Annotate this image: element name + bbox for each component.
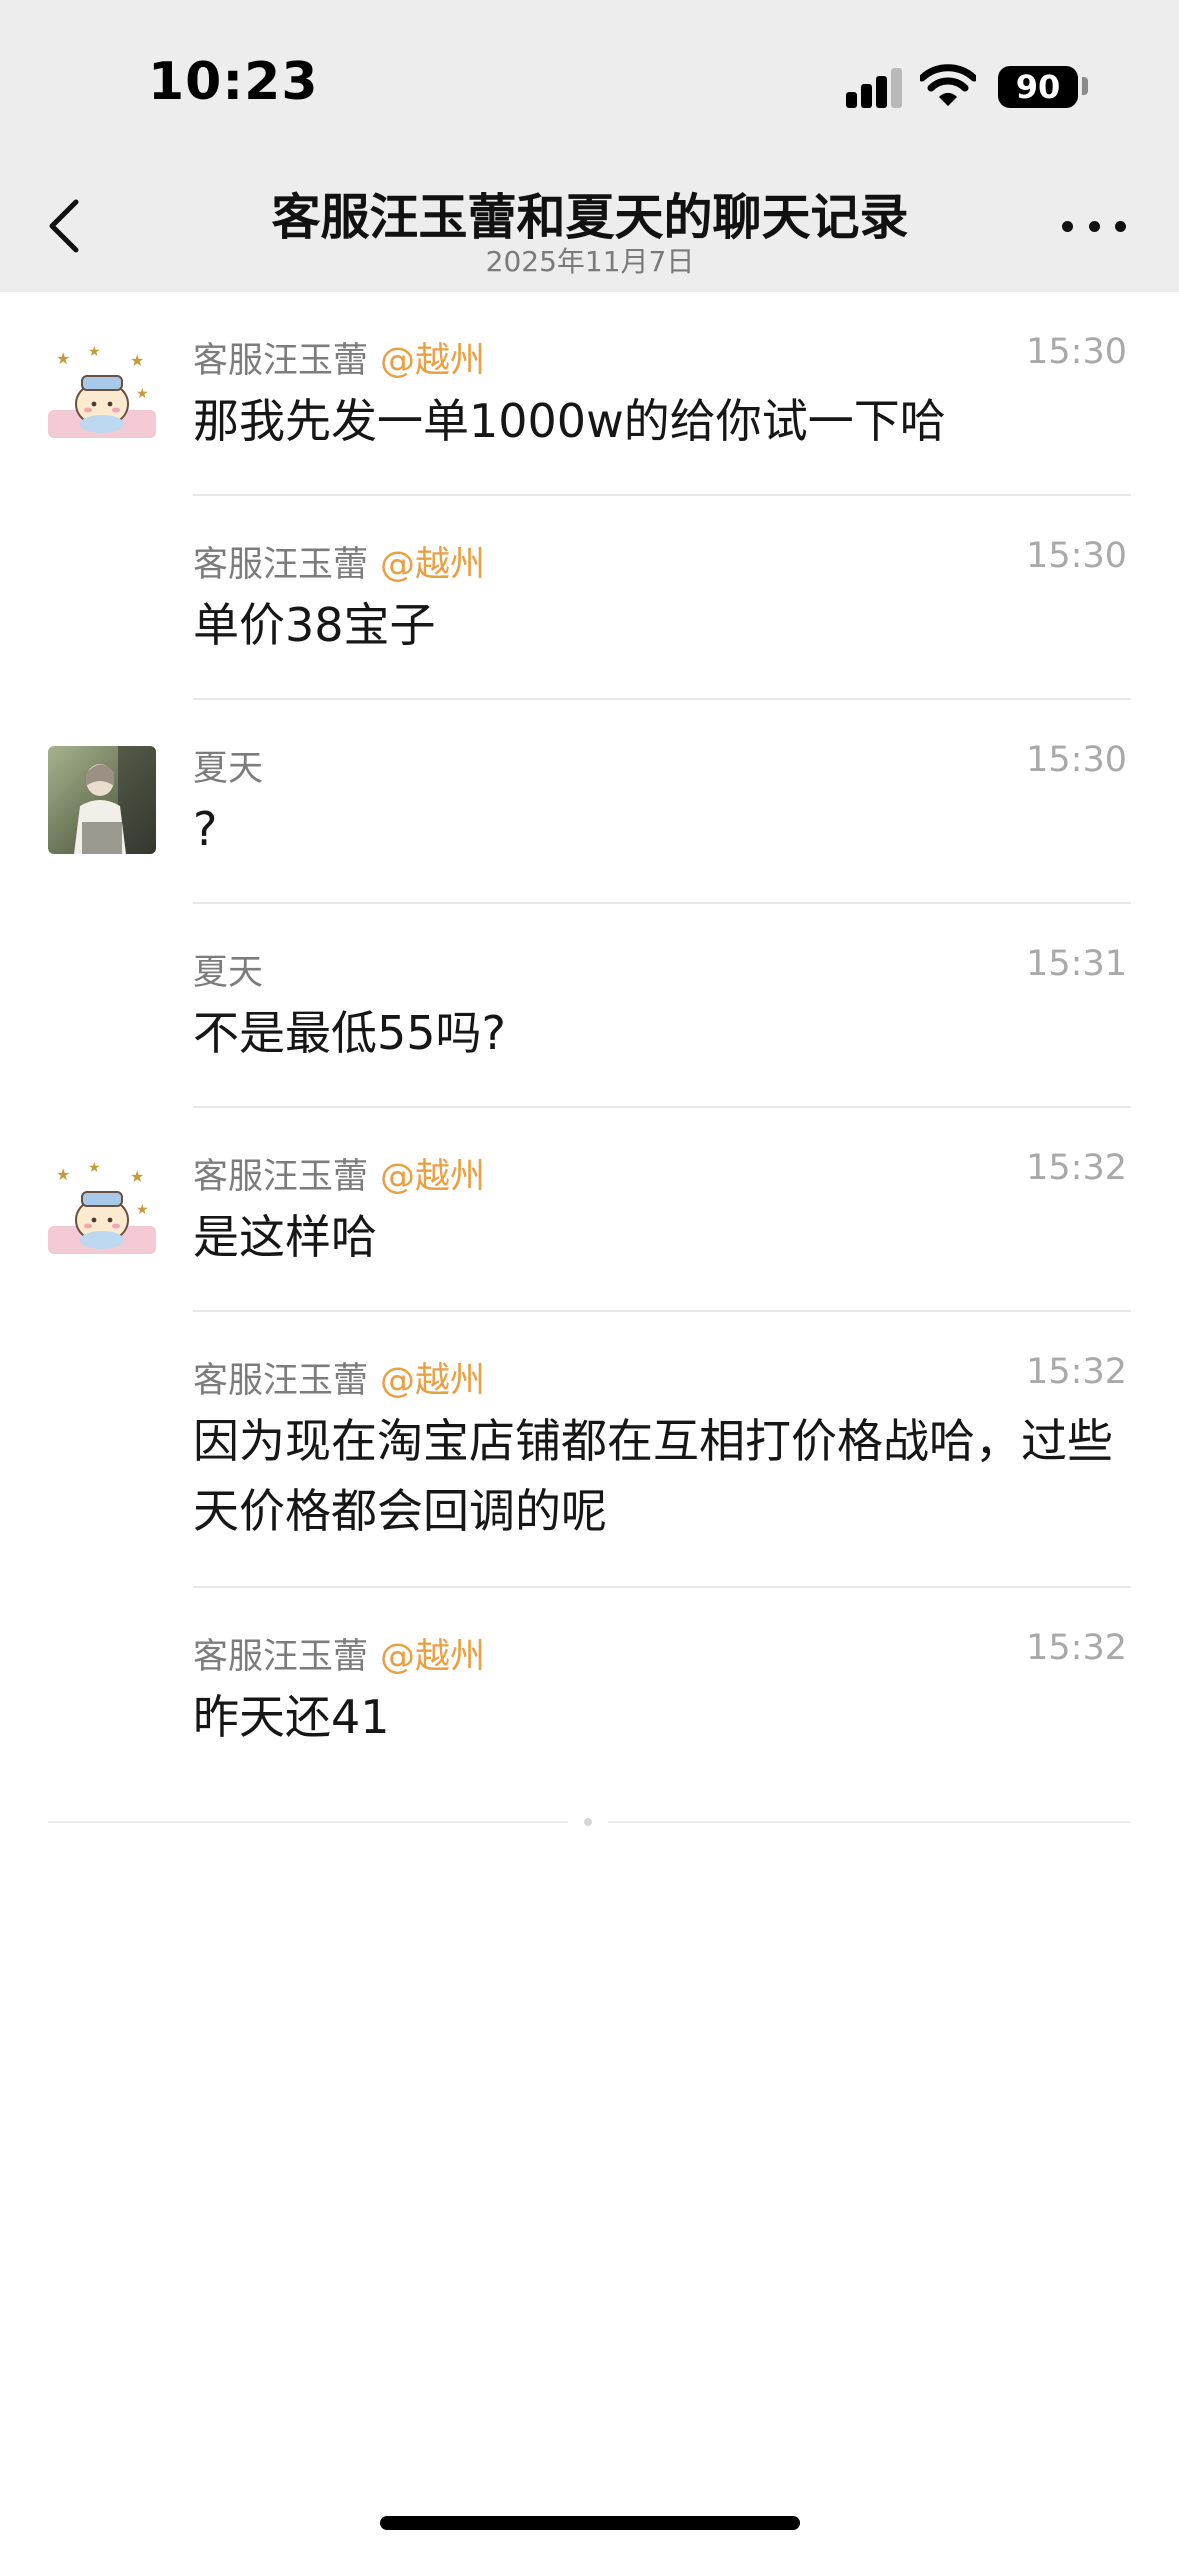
svg-text:★: ★ <box>56 349 70 368</box>
svg-text:★: ★ <box>88 344 101 360</box>
chevron-left-icon[interactable] <box>42 196 92 256</box>
battery-level: 90 <box>1015 68 1061 106</box>
location-tag[interactable]: @越州 <box>380 545 485 585</box>
message-divider <box>193 1310 1131 1312</box>
sender-label: 客服汪玉蕾 <box>193 1361 369 1401</box>
location-tag[interactable]: @越州 <box>380 1637 485 1677</box>
cellular-signal-icon <box>846 68 906 108</box>
message-text: 是这样哈 <box>193 1210 377 1264</box>
cartoon-avatar[interactable]: ★ ★ ★ ★ <box>48 342 156 450</box>
location-tag[interactable]: @越州 <box>380 1361 485 1401</box>
end-divider-right <box>608 1821 1131 1823</box>
message-text: 那我先发一单1000w的给你试一下哈 <box>193 394 946 448</box>
svg-text:★: ★ <box>130 1167 144 1186</box>
status-time: 10:23 <box>148 52 319 112</box>
svg-text:★: ★ <box>88 1160 101 1176</box>
sender-label: 客服汪玉蕾 <box>193 1157 369 1197</box>
message-text: 单价38宝子 <box>193 598 436 652</box>
message-time: 15:32 <box>1026 1352 1127 1392</box>
end-marker <box>584 1818 592 1826</box>
message-divider <box>193 494 1131 496</box>
sender-name: 客服汪玉蕾 @越州 <box>193 1148 485 1199</box>
sender-name: 夏天 <box>193 944 275 995</box>
battery-indicator: 90 <box>998 66 1078 108</box>
battery-cap <box>1082 77 1088 95</box>
sender-name: 客服汪玉蕾 @越州 <box>193 1352 485 1403</box>
page-subtitle: 2025年11月7日 <box>485 245 695 278</box>
photo-avatar[interactable] <box>48 746 156 854</box>
page-title: 客服汪玉蕾和夏天的聊天记录 <box>271 189 909 246</box>
message-divider <box>193 1586 1131 1588</box>
svg-text:★: ★ <box>136 386 149 402</box>
message-text: 因为现在淘宝店铺都在互相打价格战哈，过些天价格都会回调的呢 <box>193 1414 1113 1538</box>
message-time: 15:32 <box>1026 1148 1127 1188</box>
sender-name: 夏天 <box>193 740 275 791</box>
sender-label: 客服汪玉蕾 <box>193 1637 369 1677</box>
message-divider <box>193 1106 1131 1108</box>
ellipsis-icon[interactable] <box>1062 206 1126 246</box>
message-time: 15:32 <box>1026 1628 1127 1668</box>
message-time: 15:31 <box>1026 944 1127 984</box>
message-text: 昨天还41 <box>193 1690 390 1744</box>
home-indicator[interactable] <box>380 2516 800 2530</box>
header-area: 10:23 90 客服汪玉蕾和夏天的聊天记录 2025年11月7日 <box>0 0 1179 292</box>
cartoon-avatar[interactable]: ★ ★ ★ ★ <box>48 1158 156 1266</box>
end-divider-left <box>48 1821 568 1823</box>
location-tag[interactable]: @越州 <box>380 1157 485 1197</box>
svg-text:★: ★ <box>130 351 144 370</box>
message-divider <box>193 902 1131 904</box>
sender-label: 客服汪玉蕾 <box>193 341 369 381</box>
message-text: 不是最低55吗? <box>193 1006 506 1060</box>
svg-text:★: ★ <box>136 1202 149 1218</box>
message-divider <box>193 698 1131 700</box>
message-time: 15:30 <box>1026 740 1127 780</box>
sender-name: 客服汪玉蕾 @越州 <box>193 332 485 383</box>
location-tag[interactable]: @越州 <box>380 341 485 381</box>
sender-name: 客服汪玉蕾 @越州 <box>193 1628 485 1679</box>
sender-label: 夏天 <box>193 749 264 789</box>
message-text: ? <box>193 802 218 856</box>
sender-label: 客服汪玉蕾 <box>193 545 369 585</box>
sender-label: 夏天 <box>193 953 264 993</box>
message-time: 15:30 <box>1026 536 1127 576</box>
sender-name: 客服汪玉蕾 @越州 <box>193 536 485 587</box>
svg-text:★: ★ <box>56 1165 70 1184</box>
message-time: 15:30 <box>1026 332 1127 372</box>
wifi-icon <box>920 64 976 106</box>
